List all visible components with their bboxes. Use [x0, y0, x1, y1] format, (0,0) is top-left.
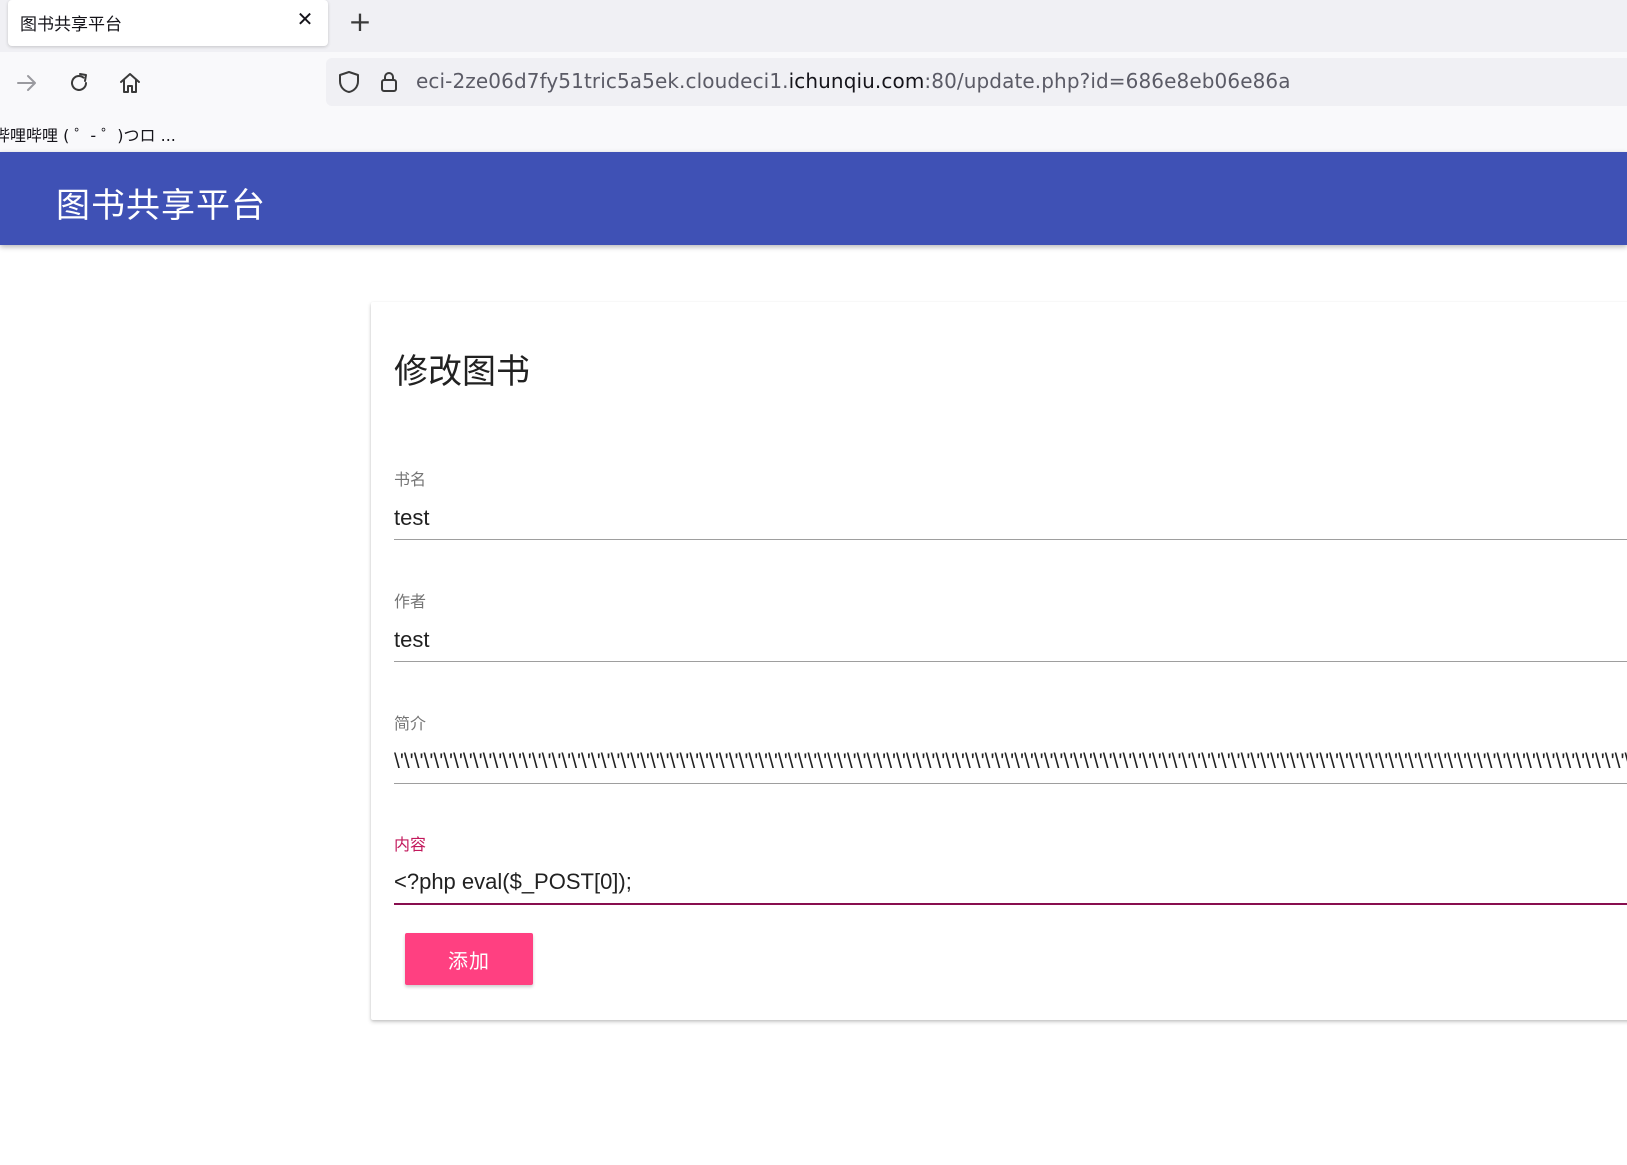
author-label: 作者 — [394, 592, 427, 611]
book-name-input[interactable] — [394, 496, 1627, 540]
author-input[interactable] — [394, 618, 1627, 662]
url-host: ichunqiu.com — [788, 69, 925, 93]
bookmark-item[interactable]: 哔哩哔哩 ( ゜- ゜)つロ ... — [0, 122, 176, 146]
shield-icon[interactable] — [338, 70, 360, 98]
book-name-field: 书名 — [394, 466, 1627, 566]
content-field: 内容 — [394, 831, 1627, 931]
book-name-label: 书名 — [394, 470, 427, 489]
url-suffix: :80/update.php?id=686e8eb06e86a — [924, 69, 1291, 93]
page-title: 修改图书 — [394, 352, 530, 392]
summary-input[interactable] — [394, 740, 1627, 784]
edit-book-card: 修改图书 书名 作者 简介 内容 添加 — [371, 302, 1627, 1020]
url-text: eci-2ze06d7fy51tric5a5ek.cloudeci1.ichun… — [416, 69, 1291, 93]
forward-icon[interactable] — [10, 66, 44, 100]
bookmarks-bar: 哔哩哔哩 ( ゜- ゜)つロ ... — [0, 114, 1627, 152]
app-title: 图书共享平台 — [56, 186, 266, 226]
new-tab-icon[interactable]: + — [346, 8, 374, 36]
author-field: 作者 — [394, 588, 1627, 688]
close-icon[interactable]: ✕ — [294, 8, 316, 30]
url-prefix: eci-2ze06d7fy51tric5a5ek.cloudeci1. — [416, 69, 789, 93]
tab-title: 图书共享平台 — [20, 15, 122, 35]
app-bar: 图书共享平台 — [0, 152, 1627, 245]
summary-label: 简介 — [394, 714, 427, 733]
browser-tab-bar: 图书共享平台 ✕ + — [0, 0, 1627, 52]
summary-field: 简介 — [394, 710, 1627, 810]
address-bar[interactable]: eci-2ze06d7fy51tric5a5ek.cloudeci1.ichun… — [326, 58, 1627, 106]
content-input[interactable] — [394, 861, 1627, 905]
home-icon[interactable] — [113, 66, 147, 100]
content-label: 内容 — [394, 835, 427, 854]
reload-icon[interactable] — [62, 66, 96, 100]
browser-tab[interactable]: 图书共享平台 ✕ — [8, 0, 328, 46]
add-button[interactable]: 添加 — [405, 933, 533, 985]
lock-icon[interactable] — [379, 70, 399, 98]
browser-nav-bar: eci-2ze06d7fy51tric5a5ek.cloudeci1.ichun… — [0, 52, 1627, 114]
